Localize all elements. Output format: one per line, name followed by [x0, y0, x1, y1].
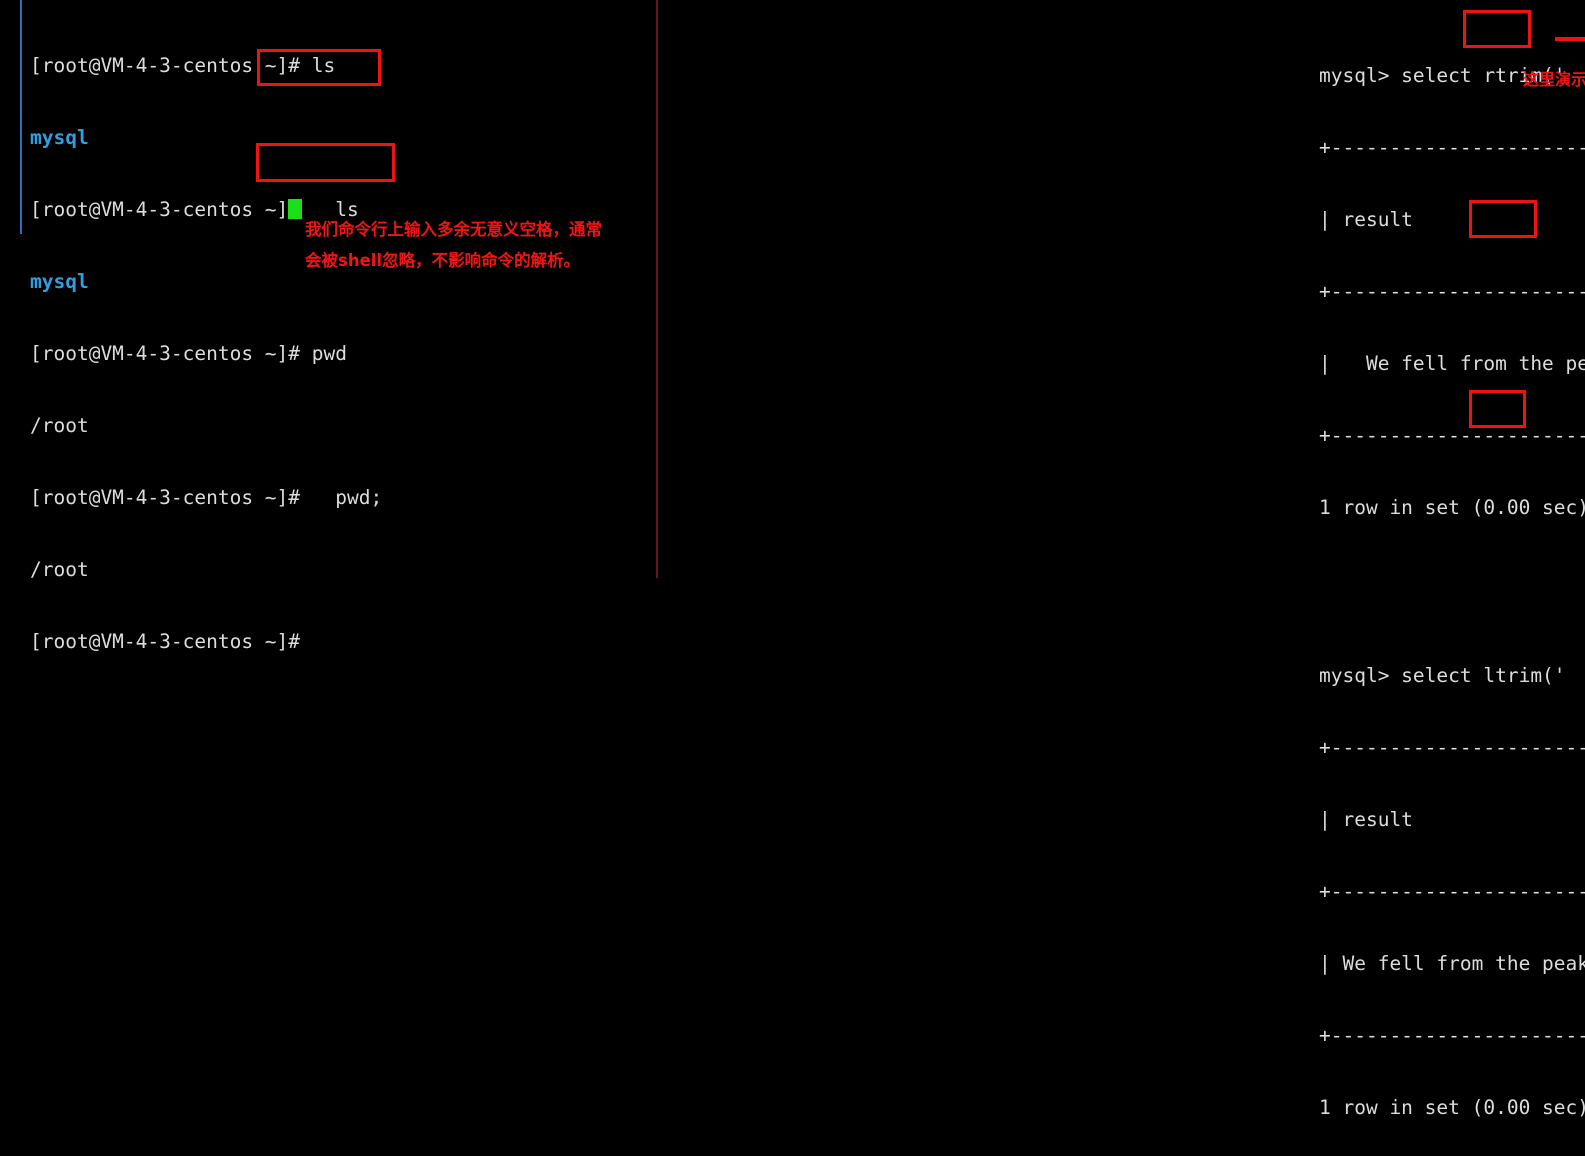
string-argument-underline — [1555, 37, 1585, 41]
terminal-line: /root — [30, 558, 89, 581]
mysql-status-line: 1 row in set (0.00 sec) — [1319, 1096, 1585, 1119]
mysql-terminal-panel[interactable]: mysql> select rtrim(' We fell from the p… — [657, 0, 1585, 1119]
table-header-row: | result | — [1319, 208, 1413, 231]
table-bottom-border: +------------------------+ — [1319, 1024, 1585, 1047]
table-data-row: | We fell from the peak | — [1319, 952, 1585, 975]
highlight-box-trim-keyword — [1469, 390, 1526, 428]
table-header-row: | result | — [1319, 808, 1413, 831]
highlight-box-ltrim-keyword — [1469, 200, 1537, 238]
mysql-status-line: 1 row in set (0.00 sec) — [1319, 496, 1585, 519]
table-mid-border: +------------------------+ — [1319, 880, 1585, 903]
annotation-left-line1: 我们命令行上输入多余无意义空格，通常 — [305, 220, 602, 239]
annotation-right: 这里演示了三个函数对空格的忽略情况 — [1523, 70, 1585, 89]
table-bottom-border: +------------------------+ — [1319, 424, 1585, 447]
mysql-query-line: mysql> select ltrim(' We fell from the p… — [1319, 664, 1566, 687]
bash-terminal-panel[interactable]: [root@VM-4-3-centos ~]# ls mysql [root@V… — [0, 0, 657, 653]
table-top-border: +------------------------+ — [1319, 736, 1585, 759]
terminal-line: [root@VM-4-3-centos ~]# pwd; — [30, 486, 383, 509]
table-mid-border: +------------------------+ — [1319, 280, 1585, 303]
terminal-line: [root@VM-4-3-centos ~]# pwd — [30, 342, 347, 365]
left-margin-rule — [20, 0, 22, 234]
table-data-row: | We fell from the peak | — [1319, 352, 1585, 375]
annotation-left-line2: 会被shell忽略，不影响命令的解析。 — [305, 251, 581, 270]
mysql-output-area[interactable]: mysql> select rtrim(' We fell from the p… — [1319, 16, 1585, 1156]
highlight-box-rtrim-keyword — [1463, 10, 1531, 48]
bash-output-area[interactable]: [root@VM-4-3-centos ~]# ls mysql [root@V… — [30, 6, 382, 702]
table-top-border: +------------------------+ — [1319, 136, 1585, 159]
annotation-left: 我们命令行上输入多余无意义空格，通常 会被shell忽略，不影响命令的解析。 — [305, 214, 602, 276]
terminal-prompt-line[interactable]: [root@VM-4-3-centos ~]# — [30, 630, 382, 654]
highlight-box-pwd-command — [256, 143, 395, 182]
terminal-line: /root — [30, 414, 89, 437]
highlight-box-ls-command — [257, 49, 381, 86]
terminal-cursor — [288, 199, 302, 219]
